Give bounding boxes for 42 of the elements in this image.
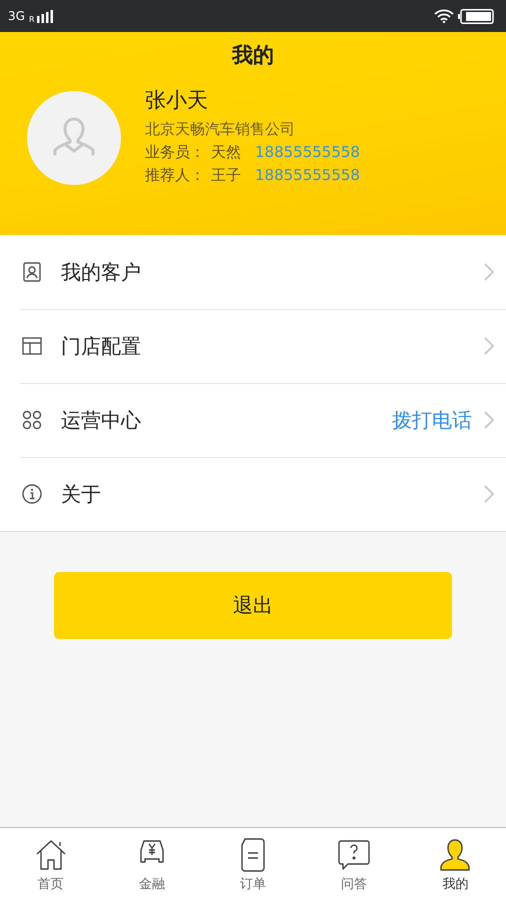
contact-person: 天然 [211, 142, 241, 162]
menu-item[interactable]: 运营中心 拨打电话 [0, 383, 506, 457]
tab-label: 订单 [240, 876, 266, 893]
tab-item[interactable]: 首页 [0, 828, 102, 900]
chevron-icon [484, 485, 494, 503]
menu-item[interactable]: 门店配置 [0, 309, 506, 383]
tab-label: 我的 [442, 876, 468, 893]
grid-icon [22, 410, 42, 430]
contact-label: 业务员： [145, 142, 205, 162]
chevron-icon [484, 411, 494, 429]
logout-button[interactable]: 退出 [54, 572, 452, 639]
contact-card-icon [22, 262, 42, 282]
wifi-icon [434, 9, 454, 23]
company-name: 北京天畅汽车销售公司 [145, 120, 296, 138]
call-link[interactable]: 拨打电话 [392, 406, 472, 434]
layout-icon [22, 336, 42, 356]
menu-label: 门店配置 [61, 332, 142, 360]
tab-item[interactable]: 金融 [101, 828, 202, 900]
chevron-icon [484, 337, 494, 355]
menu-item[interactable]: 我的客户 [0, 235, 506, 309]
network-type: 3G [8, 9, 25, 23]
user-name: 张小天 [145, 86, 209, 114]
menu-label: 我的客户 [61, 258, 142, 286]
contact-person: 王子 [211, 166, 241, 184]
tab-label: 金融 [138, 876, 165, 893]
contact-label: 推荐人： [145, 166, 205, 184]
menu-label: 关于 [61, 480, 102, 508]
tab-item[interactable]: 我的 [404, 828, 506, 900]
question-bubble-icon [336, 838, 372, 872]
tab-label: 问答 [341, 876, 368, 893]
tab-label: 首页 [38, 876, 64, 893]
info-icon [22, 484, 42, 504]
tab-item[interactable]: 订单 [202, 828, 304, 900]
signal-icon [36, 10, 52, 22]
menu-item[interactable]: 关于 [0, 457, 506, 531]
avatar-icon [27, 91, 121, 185]
chevron-icon [484, 263, 494, 281]
tab-item[interactable]: 问答 [304, 828, 405, 900]
menu-label: 运营中心 [61, 406, 142, 434]
roaming-indicator: R [28, 14, 34, 24]
page-title: 我的 [232, 42, 274, 69]
battery-icon [458, 8, 494, 24]
